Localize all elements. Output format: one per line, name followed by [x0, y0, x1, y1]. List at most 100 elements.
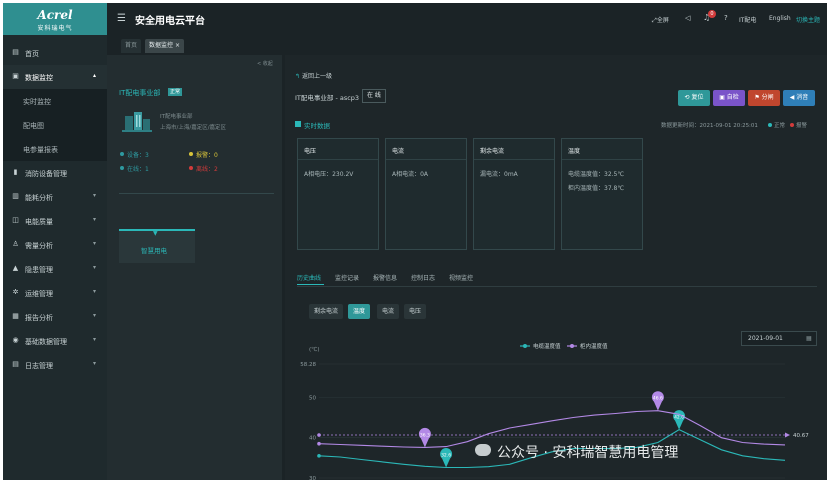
device-card-label: 智慧用电: [141, 247, 167, 255]
sidebar-item-label: 能耗分析: [25, 194, 53, 202]
back-link[interactable]: ↰ 返回上一级: [295, 71, 332, 80]
sidebar-item-home[interactable]: ▤ 首页: [3, 41, 107, 65]
sidebar-item-fire[interactable]: ▮ 消防设备管理: [3, 161, 107, 185]
tab-home[interactable]: 首页: [121, 39, 142, 53]
card-divider: [562, 159, 642, 160]
self-check-icon: ▣: [719, 94, 725, 101]
language-switch[interactable]: English: [769, 15, 791, 22]
voltage-card: 电压 A相电压：230.2V: [297, 138, 379, 250]
y-tick-label: 40: [309, 436, 316, 442]
trip-button[interactable]: ⚑ 分闸: [748, 90, 780, 106]
logo: Acrel 安科瑞电气: [3, 3, 107, 35]
mute-button[interactable]: ◀ 消音: [783, 90, 815, 106]
stat-value: 1: [145, 166, 149, 173]
card-value: 柜内温度值：37.8℃: [568, 185, 625, 192]
device-dot: [120, 152, 124, 156]
filter-current[interactable]: 电流: [377, 304, 400, 319]
sidebar-item-data-monitor[interactable]: ▣ 数据监控 ▴: [3, 65, 107, 89]
chevron-down-icon: ▾: [93, 312, 97, 319]
update-time: 数据更新时间：2021-09-01 20:25:01: [661, 123, 758, 129]
user-menu[interactable]: IT配电: [739, 15, 756, 24]
reference-label: 40.67: [793, 433, 809, 439]
watermark-text: 公众号 · 安科瑞智慧用电管理: [497, 445, 679, 461]
reset-icon: ⟲: [684, 94, 690, 101]
logo-subtitle: 安科瑞电气: [37, 25, 73, 32]
sidebar-item-demand[interactable]: ♙ 需量分析 ▾: [3, 233, 107, 257]
chevron-down-icon: ▾: [93, 240, 97, 247]
sidebar-item-hazard[interactable]: ▲ 隐患管理 ▾: [3, 257, 107, 281]
sidebar-subitem-report[interactable]: 电参量报表: [3, 137, 107, 161]
mute-icon: ◀: [789, 94, 795, 101]
sidebar-item-report-analysis[interactable]: ▦ 报告分析 ▾: [3, 305, 107, 329]
stat-online: 在线：1: [127, 166, 149, 173]
divider: [119, 193, 274, 194]
max-marker-label: 46.6: [653, 396, 663, 402]
hamburger-icon[interactable]: ☰: [117, 13, 126, 24]
logo-brand: Acrel: [37, 8, 73, 22]
button-label: 分闸: [761, 94, 774, 101]
tab-alarm-info[interactable]: 报警信息: [373, 273, 397, 282]
top-bar: ☰ 安全用电云平台 ⤢全屏 ◁ ♫ 0 ? IT配电 English 切换主题: [107, 3, 827, 35]
y-tick-label: 50: [309, 395, 316, 401]
collapse-button[interactable]: < 收起: [257, 60, 273, 67]
fullscreen-button[interactable]: ⤢全屏: [652, 15, 669, 25]
stat-label: 在线: [127, 166, 140, 173]
temperature-card: 温度 电缆温度值：32.5℃ 柜内温度值：37.8℃: [561, 138, 643, 250]
stat-value: 3: [145, 152, 149, 159]
reset-button[interactable]: ⟲ 复位: [678, 90, 710, 106]
filter-voltage[interactable]: 电压: [404, 304, 427, 319]
card-title: 电流: [392, 148, 405, 155]
realtime-icon: [295, 121, 301, 127]
sidebar-item-base-data[interactable]: ◉ 基础数据管理 ▾: [3, 329, 107, 353]
current-card: 电流 A相电流：0A: [385, 138, 467, 250]
stat-alarms: 报警：0: [196, 152, 218, 159]
legend-label: 电缆温度值: [533, 342, 561, 350]
sidebar-item-power-quality[interactable]: ◫ 电能质量 ▾: [3, 209, 107, 233]
legend-normal: 正常: [774, 123, 786, 129]
org-name[interactable]: IT配电事业部: [119, 88, 160, 98]
org-panel: < 收起 IT配电事业部 正常 IT配电事业部 上海市/上海/嘉定区/嘉定区 设…: [107, 55, 282, 480]
chevron-down-icon: ▾: [93, 288, 97, 295]
stat-value: 2: [214, 166, 218, 173]
page-tabs: 首页 数据监控 ×: [107, 35, 827, 55]
filter-temperature[interactable]: 温度: [348, 304, 371, 319]
flag-icon: ⚑: [754, 94, 760, 101]
app-title: 安全用电云平台: [135, 16, 205, 27]
self-check-button[interactable]: ▣ 自检: [713, 90, 745, 106]
tab-data-monitor[interactable]: 数据监控 ×: [145, 39, 184, 53]
help-icon[interactable]: ?: [724, 14, 728, 22]
device-card[interactable]: ▼ 智慧用电: [119, 229, 195, 263]
building-icon: [120, 110, 154, 132]
device-status-badge: 在 线: [362, 89, 386, 103]
status-badge: 正常: [168, 88, 183, 96]
chevron-down-icon: ▾: [93, 192, 97, 199]
sidebar-item-label: 首页: [25, 50, 39, 58]
sidebar-item-label: 隐患管理: [25, 266, 53, 274]
y-tick-label: 30: [309, 476, 316, 480]
tab-history-curve[interactable]: 历史曲线: [297, 273, 321, 282]
home-icon: ▤: [12, 48, 19, 56]
stat-devices: 设备：3: [127, 152, 149, 159]
sidebar-item-ops[interactable]: ✲ 运维管理 ▾: [3, 281, 107, 305]
org-address: 上海市/上海/嘉定区/嘉定区: [160, 125, 227, 131]
online-dot: [120, 166, 124, 170]
close-icon[interactable]: ×: [175, 42, 180, 49]
sidebar-item-label: 需量分析: [25, 242, 53, 250]
chevron-down-icon: ▾: [93, 336, 97, 343]
tab-control-log[interactable]: 控制日志: [411, 273, 435, 282]
chevron-down-icon: ▼: [153, 230, 158, 237]
volume-icon[interactable]: ◁: [685, 14, 690, 22]
theme-switch[interactable]: 切换主题: [796, 15, 820, 24]
tab-video-monitor[interactable]: 视频监控: [449, 273, 473, 282]
normal-dot: [768, 123, 772, 127]
tab-monitor-records[interactable]: 监控记录: [335, 273, 359, 282]
button-label: 消音: [796, 94, 809, 101]
sidebar-subitem-distribution[interactable]: 配电图: [3, 113, 107, 137]
sidebar: Acrel 安科瑞电气 ▤ 首页 ▣ 数据监控 ▴ 实时监控 配电图 电参量报表…: [3, 3, 107, 480]
sidebar-subitem-realtime[interactable]: 实时监控: [3, 89, 107, 113]
filter-residual-current[interactable]: 剩余电流: [309, 304, 344, 319]
card-title: 剩余电流: [480, 148, 505, 155]
sidebar-item-logs[interactable]: ▤ 日志管理 ▾: [3, 353, 107, 377]
demand-icon: ♙: [12, 240, 19, 248]
sidebar-item-energy[interactable]: ▥ 能耗分析 ▾: [3, 185, 107, 209]
